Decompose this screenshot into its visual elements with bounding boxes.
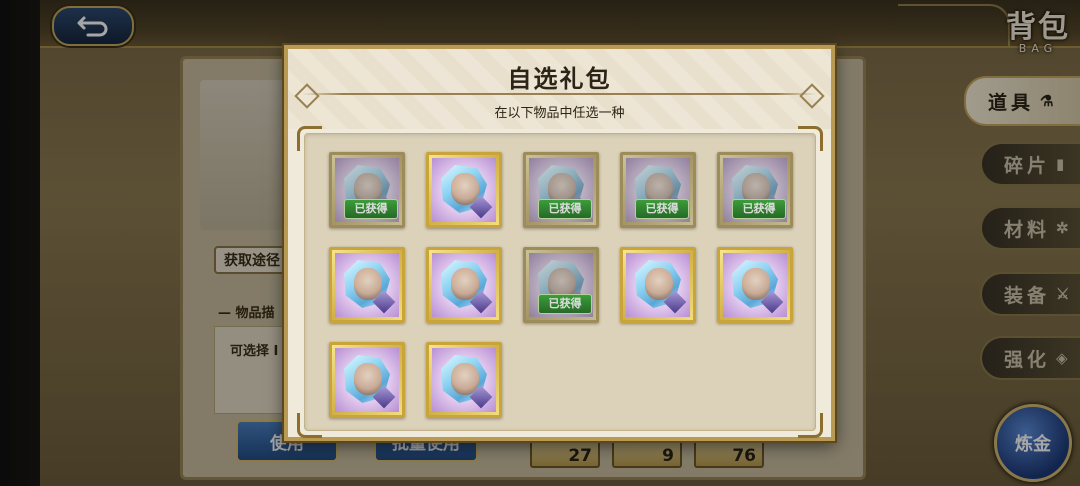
- gift-option-item[interactable]: 已获得: [329, 152, 405, 228]
- owned-badge: 已获得: [635, 199, 689, 219]
- gift-option-item[interactable]: [426, 247, 502, 323]
- gift-option-item[interactable]: [426, 342, 502, 418]
- gift-option-item[interactable]: [717, 247, 793, 323]
- title-divider: [302, 93, 817, 95]
- owned-badge: 已获得: [538, 294, 592, 314]
- corner-ornament: [798, 413, 823, 438]
- gift-pack-dialog: 自选礼包 在以下物品中任选一种 已获得 已获得 已获得 已获得 已获得: [284, 45, 835, 441]
- gift-option-item[interactable]: [329, 342, 405, 418]
- owned-badge: 已获得: [732, 199, 786, 219]
- gift-option-item[interactable]: [620, 247, 696, 323]
- corner-ornament: [297, 413, 322, 438]
- gift-option-item[interactable]: [329, 247, 405, 323]
- dialog-title: 自选礼包: [507, 64, 612, 93]
- owned-badge: 已获得: [538, 199, 592, 219]
- gift-option-item[interactable]: 已获得: [717, 152, 793, 228]
- gift-option-item[interactable]: 已获得: [523, 152, 599, 228]
- dialog-subtitle: 在以下物品中任选一种: [494, 106, 625, 121]
- gift-option-item[interactable]: 已获得: [523, 247, 599, 323]
- corner-ornament: [297, 126, 322, 151]
- gift-option-item[interactable]: 已获得: [620, 152, 696, 228]
- owned-badge: 已获得: [344, 199, 398, 219]
- corner-ornament: [798, 126, 823, 151]
- gift-option-item[interactable]: [426, 152, 502, 228]
- item-grid: 已获得 已获得 已获得 已获得 已获得: [297, 126, 823, 438]
